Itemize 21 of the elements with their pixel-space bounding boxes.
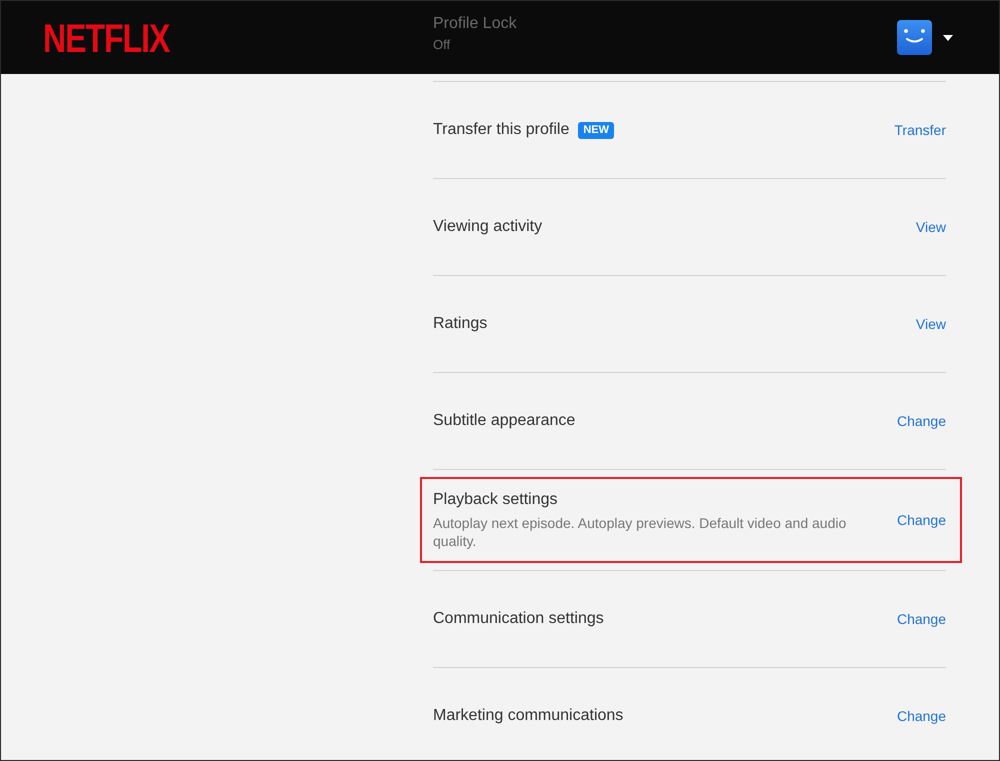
row-title: Profile Lock (433, 14, 517, 34)
caret-icon[interactable] (943, 34, 953, 40)
row-title: Playback settings (433, 490, 558, 510)
row-value: Off (433, 36, 450, 54)
action-link[interactable]: Transfer (894, 121, 946, 139)
action-link[interactable]: View (916, 315, 946, 333)
row-title: Transfer this profile (433, 120, 570, 140)
new-badge: NEW (578, 122, 614, 138)
row-title: Subtitle appearance (433, 411, 576, 431)
row-title: Viewing activity (433, 217, 542, 237)
action-link[interactable]: Change (896, 610, 946, 628)
netflix-logo[interactable]: NETFLIX (43, 21, 170, 54)
row-title: Marketing communications (433, 706, 624, 726)
action-link[interactable]: Change (896, 707, 946, 725)
smiley-profile-icon[interactable] (897, 20, 932, 55)
action-link[interactable]: View (916, 218, 946, 236)
action-link[interactable]: Change (896, 511, 946, 529)
row-description: Autoplay next episode. Autoplay previews. Default video and audio quality. (433, 514, 848, 550)
row-title: Ratings (433, 314, 488, 334)
action-link[interactable]: Change (896, 412, 946, 430)
row-title: Communication settings (433, 609, 604, 629)
